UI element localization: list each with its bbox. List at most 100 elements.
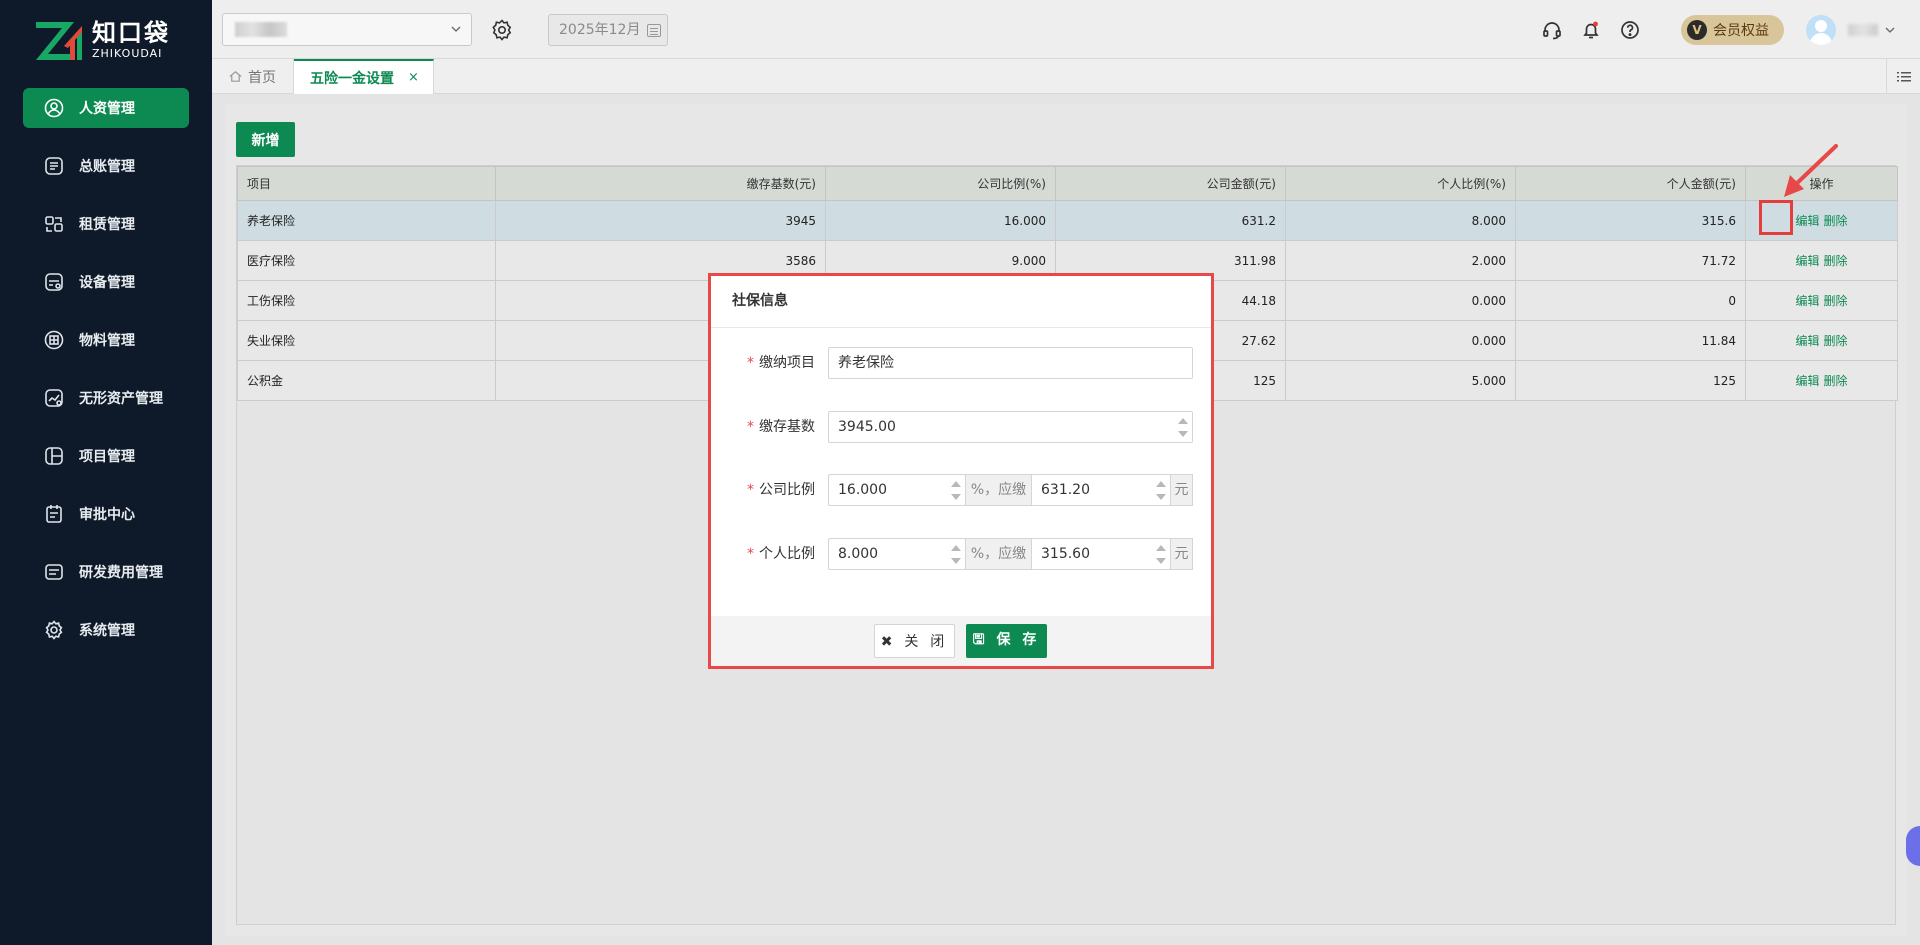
field-label: * 公司比例 <box>711 474 815 506</box>
sidebar-item-label: 审批中心 <box>79 507 135 523</box>
edit-link[interactable]: 编辑 <box>1795 214 1819 228</box>
logo-title: 知口袋 <box>92 19 170 47</box>
floating-chat-button[interactable] <box>1906 826 1920 866</box>
base-value: 3945.00 <box>838 419 896 435</box>
sidebar-item-equipment[interactable]: 设备管理 <box>23 262 189 302</box>
floppy-disk-icon: 🖫 <box>972 631 997 647</box>
project-icon <box>43 445 65 467</box>
cell-personal-amount: 0 <box>1515 280 1746 321</box>
cell-personal-amount: 11.84 <box>1515 320 1746 361</box>
logo-mark-icon <box>34 18 84 62</box>
help-question-icon[interactable] <box>1619 19 1641 41</box>
edit-link[interactable]: 编辑 <box>1795 374 1819 388</box>
sidebar-item-ledger[interactable]: 总账管理 <box>23 146 189 186</box>
company-name-redacted <box>235 22 287 37</box>
app-logo[interactable]: 知口袋 ZHIKOUDAI <box>34 18 170 62</box>
sidebar-item-hr[interactable]: 人资管理 <box>23 88 189 128</box>
equipment-icon <box>43 271 65 293</box>
item-label: 缴纳项目 <box>759 355 815 371</box>
company-rate-value: 16.000 <box>838 482 887 498</box>
column-header[interactable]: 个人金额(元) <box>1515 166 1746 201</box>
delete-link[interactable]: 删除 <box>1824 374 1848 388</box>
sidebar-item-approval[interactable]: 审批中心 <box>23 494 189 534</box>
sidebar-item-lease[interactable]: 租赁管理 <box>23 204 189 244</box>
cell-personal-rate: 0.000 <box>1285 280 1516 321</box>
cell-actions: 编辑 删除 <box>1745 240 1898 281</box>
member-benefits-button[interactable]: V 会员权益 <box>1681 15 1784 45</box>
delete-link[interactable]: 删除 <box>1824 334 1848 348</box>
cell-actions: 编辑 删除 <box>1745 360 1898 401</box>
cell-personal-rate: 8.000 <box>1285 200 1516 241</box>
sidebar-item-material[interactable]: 物料管理 <box>23 320 189 360</box>
number-spinner-icon[interactable] <box>1156 545 1166 564</box>
item-input[interactable]: 养老保险 <box>828 347 1193 379</box>
edit-link[interactable]: 编辑 <box>1795 334 1819 348</box>
cell-base: 3945 <box>495 200 826 241</box>
company-select[interactable] <box>222 13 472 46</box>
edit-link[interactable]: 编辑 <box>1795 254 1819 268</box>
top-bar: 2025年12月 V 会员权益 <box>212 0 1920 59</box>
sidebar-item-label: 租赁管理 <box>79 217 135 233</box>
sidebar-item-label: 总账管理 <box>79 159 135 175</box>
save-button[interactable]: 🖫 保 存 <box>966 624 1047 658</box>
user-menu-chevron-icon[interactable] <box>1884 24 1896 36</box>
cell-item: 公积金 <box>237 360 496 401</box>
table-row[interactable]: 养老保险 3945 16.000 631.2 8.000 315.6 编辑 删除 <box>237 200 1898 241</box>
personal-label: 个人比例 <box>759 546 815 562</box>
delete-link[interactable]: 删除 <box>1824 294 1848 308</box>
rate-suffix-addon: %，应缴 <box>965 474 1032 506</box>
tab-close-icon[interactable]: × <box>408 70 419 85</box>
sidebar-item-intangible-assets[interactable]: 无形资产管理 <box>23 378 189 418</box>
number-spinner-icon[interactable] <box>951 545 961 564</box>
form-row-personal: * 个人比例 8.000 %，应缴 315.60 元 <box>711 538 1211 572</box>
cell-actions: 编辑 删除 <box>1745 280 1898 321</box>
cell-item: 养老保险 <box>237 200 496 241</box>
currency-suffix-addon: 元 <box>1170 474 1193 506</box>
field-label: * 个人比例 <box>711 538 815 570</box>
column-header[interactable]: 缴存基数(元) <box>495 166 826 201</box>
gear-icon <box>43 619 65 641</box>
number-spinner-icon[interactable] <box>1178 418 1188 437</box>
edit-link[interactable]: 编辑 <box>1795 294 1819 308</box>
company-label: 公司比例 <box>759 482 815 498</box>
cell-company-amount: 631.2 <box>1055 200 1286 241</box>
tab-social-insurance-settings[interactable]: 五险一金设置 × <box>294 59 434 94</box>
base-number-input[interactable]: 3945.00 <box>828 411 1193 443</box>
currency-suffix-addon: 元 <box>1170 538 1193 570</box>
personal-rate-value: 8.000 <box>838 546 879 562</box>
company-amount-value: 631.20 <box>1041 482 1090 498</box>
person-circle-icon <box>43 97 65 119</box>
user-avatar[interactable] <box>1806 15 1836 45</box>
column-header[interactable]: 公司金额(元) <box>1055 166 1286 201</box>
month-picker[interactable]: 2025年12月 <box>548 14 668 46</box>
close-button[interactable]: ✖ 关 闭 <box>874 624 955 658</box>
tab-home[interactable]: 首页 <box>212 59 294 94</box>
column-header[interactable]: 公司比例(%) <box>825 166 1056 201</box>
column-header[interactable]: 项目 <box>237 166 496 201</box>
company-amount-input[interactable]: 631.20 <box>1031 474 1171 506</box>
notification-bell-icon[interactable] <box>1580 19 1602 41</box>
calendar-icon <box>647 24 661 37</box>
sidebar-item-system[interactable]: 系统管理 <box>23 610 189 650</box>
add-button[interactable]: 新增 <box>236 122 295 157</box>
cell-personal-rate: 2.000 <box>1285 240 1516 281</box>
number-spinner-icon[interactable] <box>951 481 961 500</box>
number-spinner-icon[interactable] <box>1156 481 1166 500</box>
social-insurance-dialog: 社保信息 * 缴纳项目 养老保险 * 缴存基数 3945.00 * 公司比例 16.0… <box>708 273 1214 669</box>
sidebar-item-project[interactable]: 项目管理 <box>23 436 189 476</box>
settings-gear-icon[interactable] <box>490 18 514 42</box>
sidebar-item-rd-expense[interactable]: 研发费用管理 <box>23 552 189 592</box>
sidebar-nav: 人资管理 总账管理 租赁管理 设备管理 物料管理 无形资产管理 项目管理 审批中… <box>0 88 212 668</box>
sidebar-item-label: 物料管理 <box>79 333 135 349</box>
personal-rate-input[interactable]: 8.000 <box>828 538 966 570</box>
company-rate-input[interactable]: 16.000 <box>828 474 966 506</box>
rd-expense-icon <box>43 561 65 583</box>
tab-list-menu-button[interactable] <box>1886 59 1920 94</box>
delete-link[interactable]: 删除 <box>1824 214 1848 228</box>
column-header[interactable]: 个人比例(%) <box>1285 166 1516 201</box>
delete-link[interactable]: 删除 <box>1824 254 1848 268</box>
personal-amount-input[interactable]: 315.60 <box>1031 538 1171 570</box>
tab-home-label: 首页 <box>248 69 276 86</box>
headset-support-icon[interactable] <box>1541 19 1563 41</box>
close-label: 关 闭 <box>904 633 949 649</box>
